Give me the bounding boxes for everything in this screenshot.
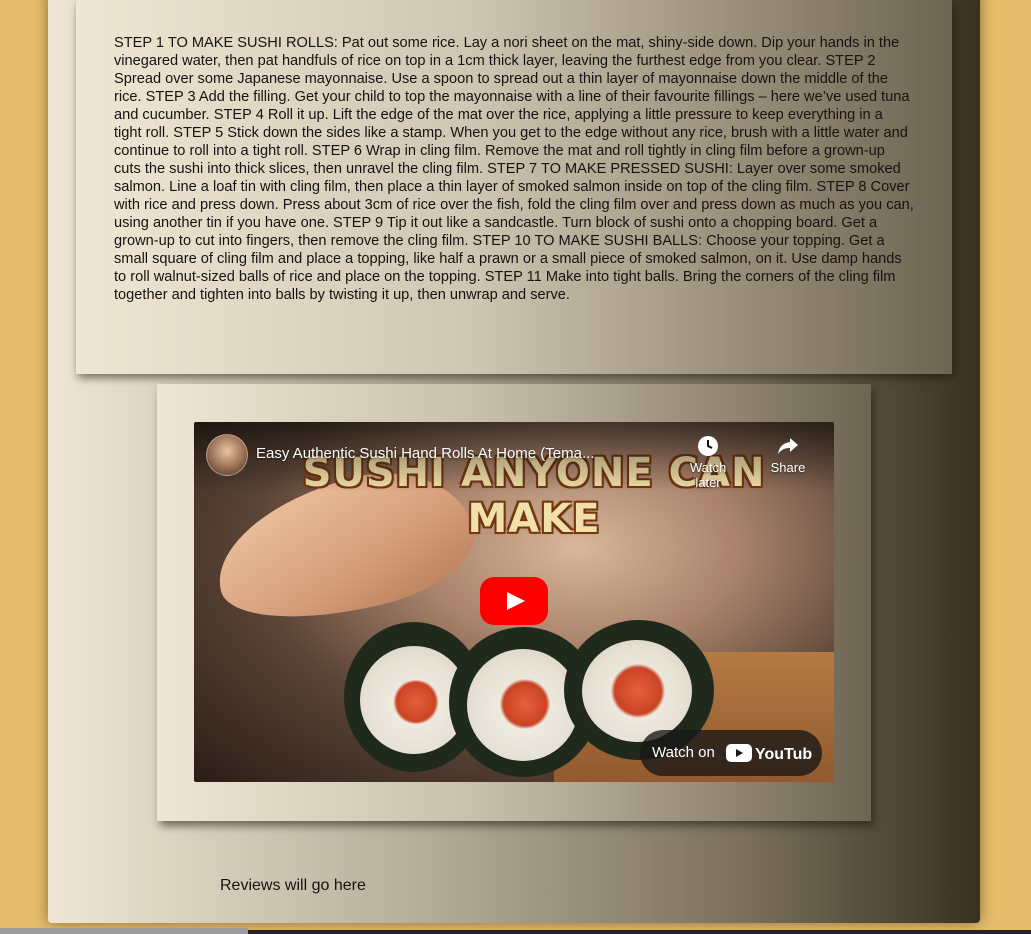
play-icon (507, 592, 525, 610)
youtube-wordmark: YouTube (755, 746, 812, 763)
bottom-scroll-strip (0, 928, 248, 934)
watch-on-youtube-button[interactable]: Watch on YouTube (640, 730, 822, 776)
recipe-instructions: STEP 1 TO MAKE SUSHI ROLLS: Pat out some… (114, 35, 914, 303)
share-button[interactable]: Share (758, 434, 818, 475)
video-title[interactable]: Easy Authentic Sushi Hand Rolls At Home … (256, 445, 656, 462)
youtube-embed[interactable]: SUSHI ANYONE CAN MAKE Easy Authentic Sus… (194, 422, 834, 782)
share-label: Share (770, 460, 806, 475)
youtube-logo-icon: YouTube (726, 744, 812, 763)
watch-later-label: Watch later (689, 460, 727, 490)
bottom-divider (248, 930, 1031, 934)
clock-icon (698, 436, 718, 456)
channel-avatar[interactable] (206, 434, 248, 476)
watch-later-button[interactable]: Watch later (678, 434, 738, 490)
watch-on-label: Watch on (652, 744, 715, 761)
share-arrow-icon (778, 438, 798, 454)
play-button[interactable] (480, 577, 548, 625)
reviews-placeholder: Reviews will go here (220, 877, 366, 894)
